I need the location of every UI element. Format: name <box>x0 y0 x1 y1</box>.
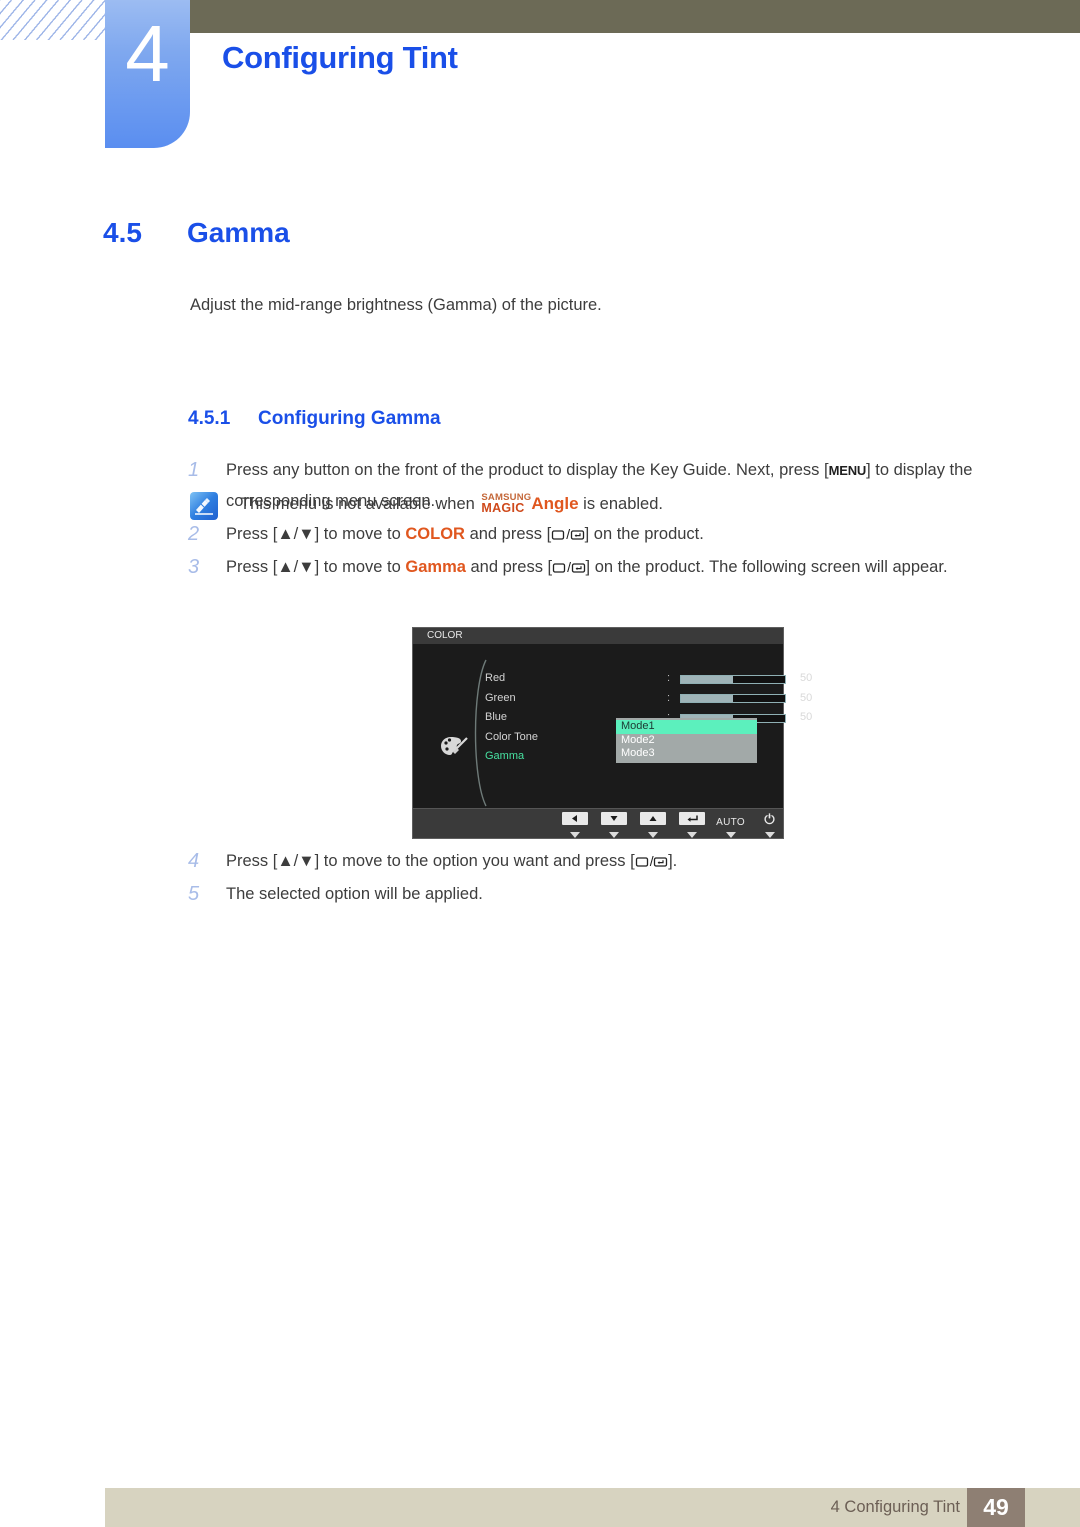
palette-icon <box>440 734 470 760</box>
power-icon <box>763 812 776 827</box>
keyword-gamma: Gamma <box>405 558 466 576</box>
osd-row-green[interactable]: Green : 50 <box>475 689 812 709</box>
source-key-icon <box>552 562 567 574</box>
page-header: 4 Configuring Tint <box>0 0 1080 150</box>
osd-screenshot: COLOR Red : 50 Green: 50 Blue: 50 Colo… <box>412 627 812 839</box>
key-pointer-triangle <box>686 832 697 838</box>
step-item: 3 Press [▲/▼] to move to Gamma and press… <box>188 552 1004 582</box>
step-number: 3 <box>188 556 200 578</box>
gamma-option-mode1[interactable]: Mode1 <box>616 720 757 734</box>
down-arrow-icon <box>600 812 627 825</box>
osd-value-blue: 50 <box>800 711 813 723</box>
osd-label-blue: Blue <box>485 711 508 723</box>
olive-header-bar <box>188 0 1080 33</box>
step-text: Press any button on the front of the pro… <box>226 455 1004 516</box>
osd-key-up[interactable] <box>633 812 672 838</box>
osd-label-green: Green <box>485 691 516 704</box>
step-text: Press [▲/▼] to move to the option you wa… <box>226 846 677 876</box>
step-number: 5 <box>188 883 200 905</box>
step1-part1: Press any button on the front of the pro… <box>226 461 829 479</box>
key-pointer-triangle <box>725 832 736 838</box>
steps-list-top: 1 Press any button on the front of the p… <box>188 455 1004 585</box>
gamma-dropdown[interactable]: Mode1 Mode2 Mode3 <box>616 718 757 763</box>
step2-part3: ] on the product. <box>584 525 704 543</box>
chapter-number: 4 <box>125 9 170 98</box>
osd-key-enter[interactable] <box>672 812 711 838</box>
step3-part2: and press [ <box>465 558 553 576</box>
key-pointer-triangle <box>608 832 619 838</box>
footer-page-number: 49 <box>967 1488 1025 1527</box>
osd-label-red: Red <box>485 672 506 684</box>
subsection-title: Configuring Gamma <box>258 408 441 429</box>
left-arrow-icon <box>561 812 588 825</box>
step-text: Press [▲/▼] to move to COLOR and press [… <box>226 519 704 549</box>
chapter-title: Configuring Tint <box>222 40 458 75</box>
step3-part3: ] on the product. The following screen w… <box>585 558 948 576</box>
step2-part2: and press [ <box>464 525 552 543</box>
osd-title-bar: COLOR <box>413 628 783 644</box>
gamma-option-mode2[interactable]: Mode2 <box>616 734 757 748</box>
osd-key-row: AUTO <box>555 812 789 838</box>
subsection-heading: 4.5.1 Configuring Gamma <box>188 408 441 430</box>
enter-key-icon <box>570 529 585 541</box>
section-title: Gamma <box>187 217 290 248</box>
osd-row-red[interactable]: Red : 50 <box>475 669 812 689</box>
key-pointer-triangle <box>764 832 775 838</box>
up-arrow-icon <box>639 812 666 825</box>
step3-part1: Press [▲/▼] to move to <box>226 558 406 576</box>
section-intro: Adjust the mid-range brightness (Gamma) … <box>190 296 602 314</box>
step-item: 1 Press any button on the front of the p… <box>188 455 1004 516</box>
enter-icon <box>678 812 705 825</box>
osd-colon: : <box>667 691 671 704</box>
gamma-option-mode3[interactable]: Mode3 <box>616 747 757 761</box>
footer-chapter-label: 4 Configuring Tint <box>830 1498 960 1516</box>
enter-key-icon <box>571 562 586 574</box>
keyword-color: COLOR <box>405 525 465 543</box>
menu-key-label: MENU <box>828 463 867 478</box>
steps-list-bottom: 4 Press [▲/▼] to move to the option you … <box>188 846 1004 912</box>
osd-value-green: 50 <box>800 691 813 704</box>
step4-part3: ]. <box>668 852 678 870</box>
osd-key-left[interactable] <box>555 812 594 838</box>
osd-key-power[interactable] <box>750 812 789 838</box>
step2-part1: Press [▲/▼] to move to <box>226 525 406 543</box>
step-number: 4 <box>188 850 200 872</box>
osd-key-guide-bar: AUTO <box>413 808 783 838</box>
osd-slider-red[interactable] <box>680 674 786 684</box>
page-footer: 4 Configuring Tint 49 <box>105 1488 1080 1527</box>
chapter-tab: 4 <box>105 0 190 148</box>
hatch-decoration <box>0 0 108 40</box>
step-number: 1 <box>188 459 200 481</box>
enter-key-icon <box>653 856 668 868</box>
osd-key-auto[interactable]: AUTO <box>711 812 750 838</box>
key-pointer-triangle <box>647 832 658 838</box>
auto-label: AUTO <box>716 817 745 828</box>
step-item: 4 Press [▲/▼] to move to the option you … <box>188 846 1004 876</box>
section-heading: 4.5 Gamma <box>103 217 963 249</box>
osd-colon: : <box>667 672 671 684</box>
step4-part1: Press [▲/▼] to move to the option you wa… <box>226 852 635 870</box>
osd-key-down[interactable] <box>594 812 633 838</box>
step-text: Press [▲/▼] to move to Gamma and press [… <box>226 552 948 582</box>
source-key-icon <box>635 856 650 868</box>
step-number: 2 <box>188 523 200 545</box>
step-text: The selected option will be applied. <box>226 885 483 903</box>
osd-slider-green[interactable] <box>680 694 786 703</box>
subsection-number: 4.5.1 <box>188 408 231 429</box>
section-number: 4.5 <box>103 217 142 248</box>
osd-value-red: 50 <box>800 672 813 684</box>
osd-body: Red : 50 Green : 50 Blue : 50 Color Tone… <box>413 644 812 808</box>
step-item: 2 Press [▲/▼] to move to COLOR and press… <box>188 519 1004 549</box>
osd-label-color-tone: Color Tone <box>485 730 538 743</box>
source-key-icon <box>551 529 566 541</box>
step-item: 5 The selected option will be applied. <box>188 879 1004 909</box>
osd-label-gamma: Gamma <box>485 750 525 762</box>
key-pointer-triangle <box>569 832 580 838</box>
